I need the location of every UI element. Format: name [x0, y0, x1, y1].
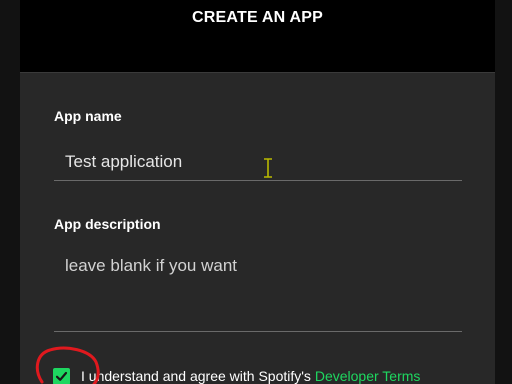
- agreement-checkbox[interactable]: [53, 368, 70, 384]
- modal-title: CREATE AN APP: [192, 9, 323, 26]
- check-icon: [55, 371, 68, 381]
- backdrop-right: [495, 0, 512, 384]
- app-name-input[interactable]: [54, 144, 462, 181]
- agreement-row[interactable]: I understand and agree with Spotify's De…: [53, 366, 493, 384]
- app-name-label: App name: [54, 108, 122, 124]
- app-description-input[interactable]: [54, 250, 462, 332]
- agreement-label: I understand and agree with Spotify's: [81, 368, 315, 384]
- create-app-modal: CREATE AN APP App name App description I…: [20, 0, 495, 384]
- text-cursor-icon: [264, 158, 272, 178]
- modal-header: CREATE AN APP: [20, 0, 495, 73]
- agreement-text: I understand and agree with Spotify's De…: [81, 368, 420, 384]
- backdrop-left: [0, 0, 20, 384]
- app-description-label: App description: [54, 216, 161, 232]
- developer-terms-link[interactable]: Developer Terms: [315, 368, 421, 384]
- page: CREATE AN APP App name App description I…: [0, 0, 512, 384]
